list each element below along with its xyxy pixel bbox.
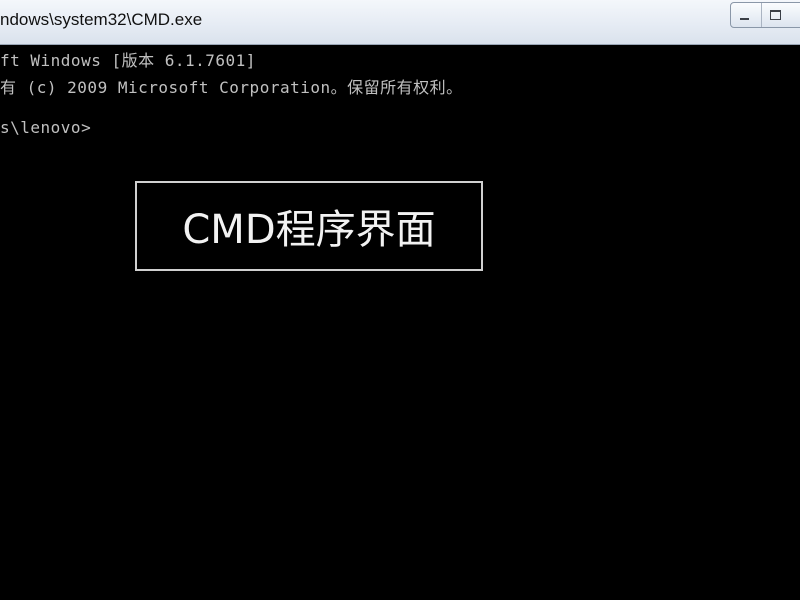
console-line-version: ft Windows [版本 6.1.7601] bbox=[0, 51, 256, 70]
cmd-window: ndows\system32\CMD.exe ft Windows [版本 6.… bbox=[0, 0, 800, 600]
overlay-label: CMD程序界面 bbox=[182, 207, 436, 253]
window-controls bbox=[730, 2, 800, 28]
console-line-copyright: 有 (c) 2009 Microsoft Corporation。保留所有权利。 bbox=[0, 78, 463, 97]
console-area[interactable]: ft Windows [版本 6.1.7601] 有 (c) 2009 Micr… bbox=[0, 45, 800, 600]
console-prompt[interactable]: s\lenovo> bbox=[0, 118, 91, 137]
overlay-label-box: CMD程序界面 bbox=[135, 181, 483, 271]
minimize-icon[interactable] bbox=[733, 3, 757, 27]
maximize-icon[interactable] bbox=[761, 3, 786, 27]
title-bar[interactable]: ndows\system32\CMD.exe bbox=[0, 0, 800, 45]
window-title: ndows\system32\CMD.exe bbox=[0, 10, 203, 29]
